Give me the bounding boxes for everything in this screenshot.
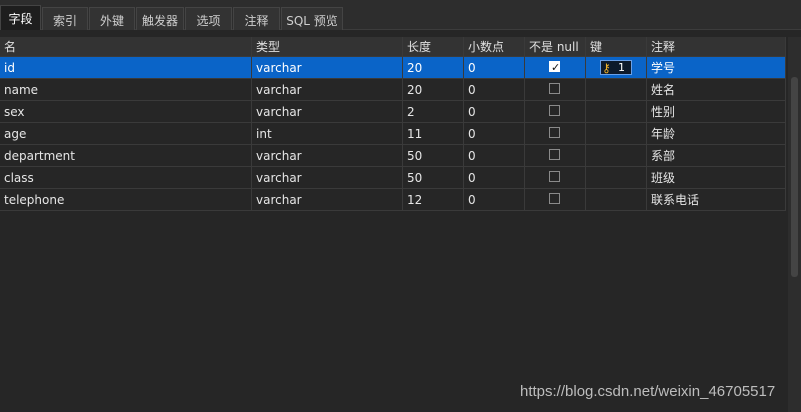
field-name-cell[interactable]: telephone [0,189,252,211]
key-cell[interactable] [586,101,647,123]
field-length-cell[interactable]: 20 [403,79,464,101]
field-type-cell[interactable]: varchar [252,189,403,211]
field-type-cell[interactable]: varchar [252,101,403,123]
not-null-checkbox[interactable] [549,127,560,138]
field-length-cell[interactable]: 11 [403,123,464,145]
field-length-cell[interactable]: 12 [403,189,464,211]
tab-label: 选项 [196,14,221,28]
not-null-checkbox[interactable] [549,193,560,204]
tab-triggers[interactable]: 触发器 [136,7,184,30]
key-cell[interactable] [586,167,647,189]
primary-key-indicator[interactable]: ⚷ 1 [600,60,632,75]
field-name-cell[interactable]: age [0,123,252,145]
not-null-cell: ✓ [525,57,586,79]
field-name-cell[interactable]: id [0,57,252,79]
table-row[interactable]: id varchar 20 0 ✓ ⚷ 1 学号 [0,57,786,79]
tab-options[interactable]: 选项 [185,7,232,30]
key-order: 1 [618,61,625,74]
tab-comment[interactable]: 注释 [233,7,280,30]
not-null-checkbox[interactable]: ✓ [549,61,560,74]
check-icon: ✓ [551,61,561,74]
field-type-cell[interactable]: varchar [252,79,403,101]
column-header-length[interactable]: 长度 [403,37,464,57]
table-row[interactable]: class varchar 50 0 班级 [0,167,786,189]
table-row[interactable]: telephone varchar 12 0 联系电话 [0,189,786,211]
tab-fields[interactable]: 字段 [0,5,41,30]
field-name-cell[interactable]: name [0,79,252,101]
field-length-cell[interactable]: 50 [403,145,464,167]
not-null-cell [525,79,586,101]
table-header: 名 类型 长度 小数点 不是 null 键 注释 [0,37,786,57]
tab-label: 触发器 [141,14,178,28]
field-comment-cell[interactable]: 班级 [647,167,786,189]
not-null-checkbox[interactable] [549,83,560,94]
fields-table: 名 类型 长度 小数点 不是 null 键 注释 id varchar 20 0… [0,37,801,213]
key-cell[interactable] [586,145,647,167]
column-header-decimals[interactable]: 小数点 [464,37,525,57]
not-null-cell [525,123,586,145]
field-type-cell[interactable]: varchar [252,167,403,189]
not-null-checkbox[interactable] [549,105,560,116]
field-comment-cell[interactable]: 学号 [647,57,786,79]
field-decimals-cell[interactable]: 0 [464,57,525,79]
column-header-comment[interactable]: 注释 [647,37,786,57]
field-comment-cell[interactable]: 系部 [647,145,786,167]
table-row[interactable]: department varchar 50 0 系部 [0,145,786,167]
tab-label: 字段 [8,12,33,26]
tab-sql-preview[interactable]: SQL 预览 [281,7,343,30]
field-decimals-cell[interactable]: 0 [464,123,525,145]
not-null-cell [525,189,586,211]
table-row[interactable]: name varchar 20 0 姓名 [0,79,786,101]
tab-indexes[interactable]: 索引 [42,7,88,30]
field-type-cell[interactable]: varchar [252,57,403,79]
field-name-cell[interactable]: class [0,167,252,189]
field-decimals-cell[interactable]: 0 [464,189,525,211]
field-decimals-cell[interactable]: 0 [464,101,525,123]
table-row[interactable]: age int 11 0 年龄 [0,123,786,145]
tab-label: 注释 [244,14,269,28]
field-length-cell[interactable]: 50 [403,167,464,189]
not-null-checkbox[interactable] [549,149,560,160]
field-decimals-cell[interactable]: 0 [464,167,525,189]
watermark-text: https://blog.csdn.net/weixin_46705517 [520,383,776,400]
tab-bar: 字段 索引 外键 触发器 选项 注释 SQL 预览 [0,0,801,30]
field-comment-cell[interactable]: 联系电话 [647,189,786,211]
field-name-cell[interactable]: department [0,145,252,167]
column-header-not-null[interactable]: 不是 null [525,37,586,57]
field-name-cell[interactable]: sex [0,101,252,123]
key-cell: ⚷ 1 [586,57,647,79]
column-header-name[interactable]: 名 [0,37,252,57]
field-length-cell[interactable]: 20 [403,57,464,79]
tab-label: 索引 [52,14,77,28]
column-header-key[interactable]: 键 [586,37,647,57]
tab-label: 外键 [99,14,124,28]
field-comment-cell[interactable]: 性别 [647,101,786,123]
not-null-checkbox[interactable] [549,171,560,182]
column-header-type[interactable]: 类型 [252,37,403,57]
key-cell[interactable] [586,123,647,145]
field-type-cell[interactable]: int [252,123,403,145]
not-null-cell [525,167,586,189]
tab-foreign-keys[interactable]: 外键 [89,7,135,30]
field-type-cell[interactable]: varchar [252,145,403,167]
field-comment-cell[interactable]: 姓名 [647,79,786,101]
not-null-cell [525,101,586,123]
field-comment-cell[interactable]: 年龄 [647,123,786,145]
key-icon: ⚷ [602,61,611,75]
table-row[interactable]: sex varchar 2 0 性别 [0,101,786,123]
vertical-scrollbar[interactable] [788,37,801,412]
tab-label: SQL 预览 [286,14,338,28]
field-length-cell[interactable]: 2 [403,101,464,123]
field-decimals-cell[interactable]: 0 [464,145,525,167]
field-decimals-cell[interactable]: 0 [464,79,525,101]
scrollbar-thumb[interactable] [791,77,798,277]
key-cell[interactable] [586,79,647,101]
not-null-cell [525,145,586,167]
key-cell[interactable] [586,189,647,211]
